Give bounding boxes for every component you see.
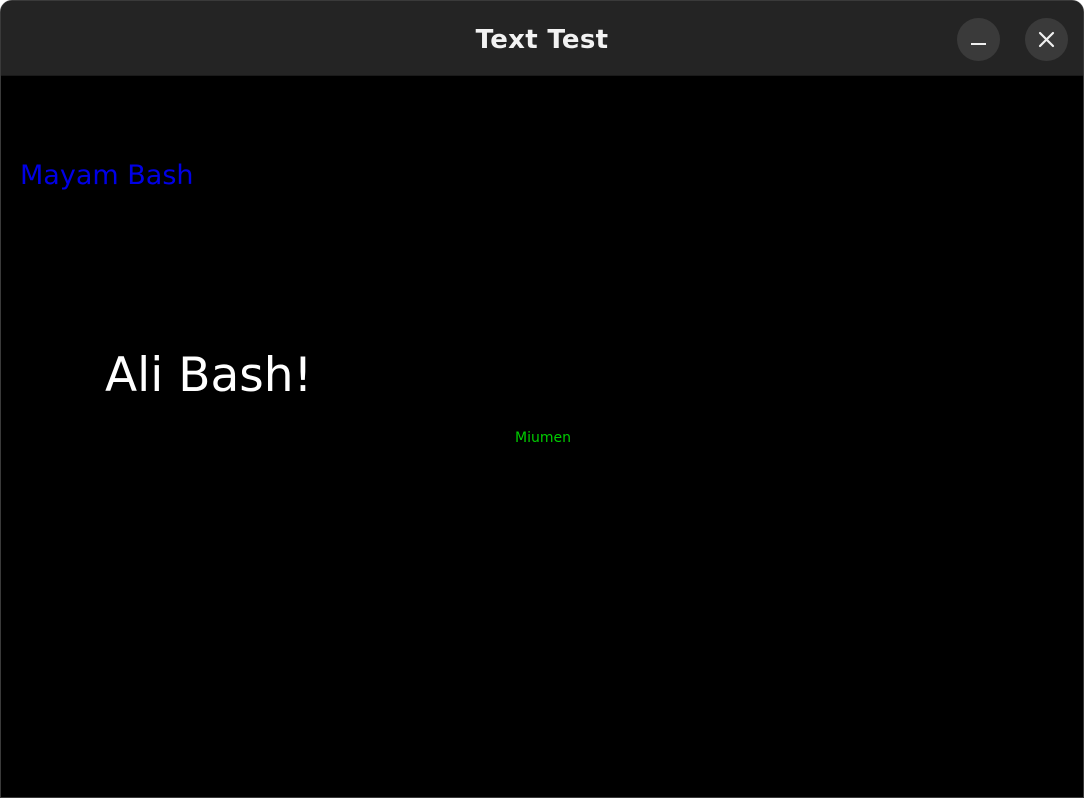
drawing-canvas[interactable]: Mayam Bash Ali Bash! Miumen (1, 76, 1083, 797)
window-title: Text Test (475, 25, 609, 55)
title-bar[interactable]: Text Test (1, 1, 1083, 76)
text-mayam-bash: Mayam Bash (20, 160, 194, 191)
text-miumen: Miumen (515, 430, 571, 446)
close-button[interactable] (1025, 18, 1068, 61)
close-icon (1038, 31, 1055, 48)
minimize-icon (971, 43, 986, 45)
text-ali-bash: Ali Bash! (105, 348, 313, 403)
app-window: Text Test Mayam Bash Ali Bash! Miumen (0, 0, 1084, 798)
minimize-button[interactable] (957, 18, 1000, 61)
